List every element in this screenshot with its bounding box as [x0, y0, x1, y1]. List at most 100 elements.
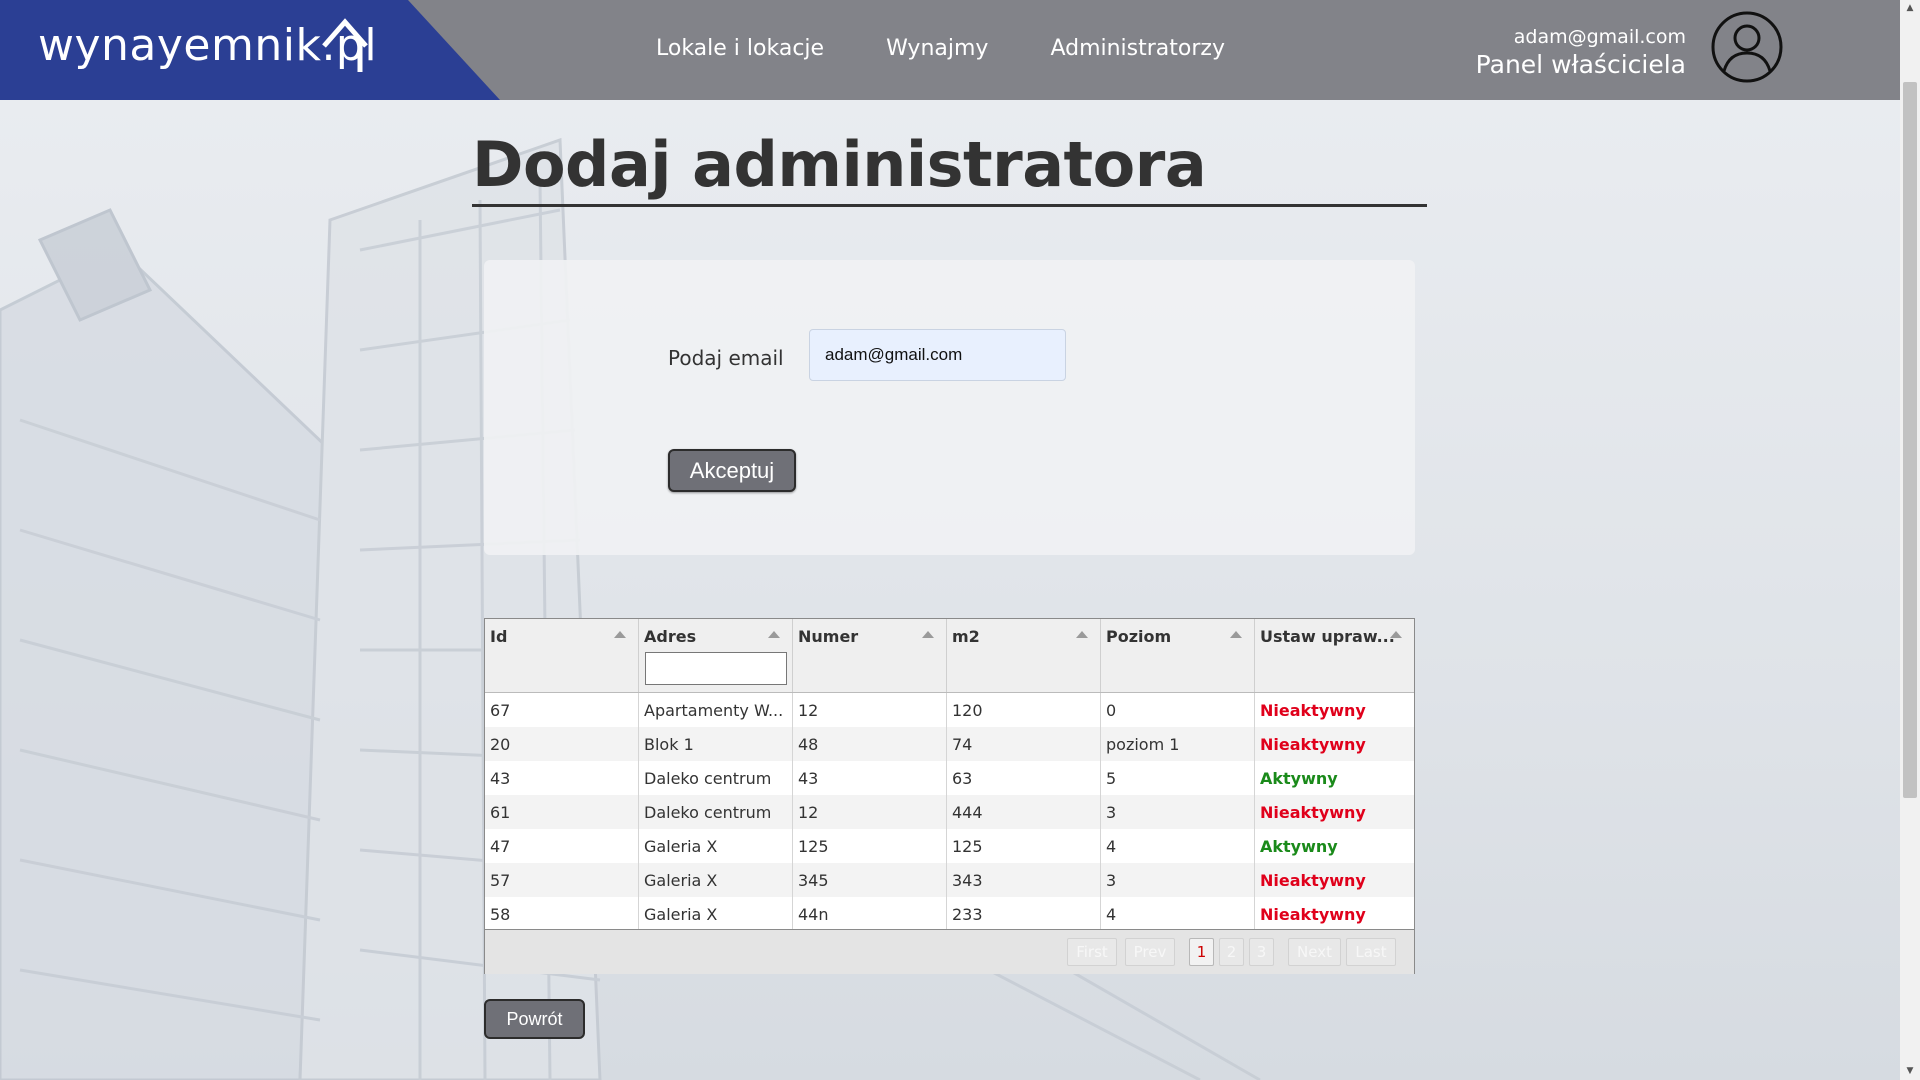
nav-administratorzy[interactable]: Administratorzy	[1050, 36, 1225, 61]
cell-id: 20	[485, 727, 639, 761]
cell-poziom: 4	[1101, 897, 1255, 931]
cell-m2: 343	[947, 863, 1101, 897]
table-row[interactable]: 47 Galeria X 125 125 4 Aktywny	[485, 829, 1414, 863]
column-label: Adres	[644, 627, 697, 646]
user-circle-icon[interactable]	[1710, 10, 1784, 84]
column-label: Numer	[798, 627, 859, 646]
sort-ascending-icon[interactable]	[768, 631, 780, 638]
page-scrollbar[interactable]: ▲ ▼	[1900, 0, 1920, 1080]
back-button[interactable]: Powrót	[484, 999, 585, 1039]
cell-m2: 63	[947, 761, 1101, 795]
email-input[interactable]	[809, 329, 1066, 381]
cell-status-toggle[interactable]: Nieaktywny	[1255, 897, 1414, 931]
column-label: Id	[490, 627, 508, 646]
main-nav: Lokale i lokacje Wynajmy Administratorzy	[656, 36, 1225, 61]
sort-ascending-icon[interactable]	[1230, 631, 1242, 638]
cell-numer: 48	[793, 727, 947, 761]
cell-numer: 12	[793, 693, 947, 727]
title-divider	[472, 204, 1427, 207]
column-label: Ustaw upraw...	[1260, 627, 1395, 646]
house-icon	[322, 18, 368, 72]
sort-ascending-icon[interactable]	[1390, 631, 1402, 638]
column-header-ustaw-uprawnienia[interactable]: Ustaw upraw...	[1255, 619, 1414, 692]
scroll-thumb[interactable]	[1903, 82, 1917, 798]
cell-status-toggle[interactable]: Aktywny	[1255, 829, 1414, 863]
cell-adres: Daleko centrum	[639, 795, 793, 829]
cell-id: 43	[485, 761, 639, 795]
sort-ascending-icon[interactable]	[614, 631, 626, 638]
cell-id: 58	[485, 897, 639, 931]
cell-status-toggle[interactable]: Nieaktywny	[1255, 693, 1414, 727]
table-row[interactable]: 61 Daleko centrum 12 444 3 Nieaktywny	[485, 795, 1414, 829]
cell-numer: 12	[793, 795, 947, 829]
cell-id: 57	[485, 863, 639, 897]
cell-adres: Galeria X	[639, 897, 793, 931]
cell-numer: 44n	[793, 897, 947, 931]
cell-numer: 125	[793, 829, 947, 863]
column-header-numer[interactable]: Numer	[793, 619, 947, 692]
user-role[interactable]: Panel właściciela	[1476, 50, 1686, 79]
pager-prev-button[interactable]: Prev	[1125, 938, 1175, 966]
scroll-down-arrow-icon[interactable]: ▼	[1900, 1063, 1920, 1080]
pager-first-button[interactable]: First	[1067, 938, 1117, 966]
column-header-id[interactable]: Id	[485, 619, 639, 692]
sort-ascending-icon[interactable]	[1076, 631, 1088, 638]
cell-poziom: 3	[1101, 863, 1255, 897]
cell-status-toggle[interactable]: Nieaktywny	[1255, 863, 1414, 897]
cell-m2: 444	[947, 795, 1101, 829]
cell-poziom: 3	[1101, 795, 1255, 829]
column-header-poziom[interactable]: Poziom	[1101, 619, 1255, 692]
add-admin-form-panel	[484, 260, 1415, 555]
cell-adres: Galeria X	[639, 863, 793, 897]
page-title: Dodaj administratora	[472, 128, 1207, 201]
cell-m2: 74	[947, 727, 1101, 761]
cell-poziom: 0	[1101, 693, 1255, 727]
pager-page-1[interactable]: 1	[1189, 938, 1214, 966]
properties-grid: Id Adres Numer m2 Poziom Ustaw upraw... …	[484, 618, 1415, 974]
cell-numer: 345	[793, 863, 947, 897]
cell-m2: 125	[947, 829, 1101, 863]
cell-adres: Apartamenty W...	[639, 693, 793, 727]
cell-poziom: poziom 1	[1101, 727, 1255, 761]
grid-pager: First Prev 1 2 3 Next Last	[485, 929, 1414, 974]
cell-id: 67	[485, 693, 639, 727]
accept-button[interactable]: Akceptuj	[668, 449, 796, 492]
cell-adres: Blok 1	[639, 727, 793, 761]
sort-ascending-icon[interactable]	[922, 631, 934, 638]
grid-header: Id Adres Numer m2 Poziom Ustaw upraw...	[485, 619, 1414, 693]
user-email: adam@gmail.com	[1513, 26, 1686, 48]
table-row[interactable]: 67 Apartamenty W... 12 120 0 Nieaktywny	[485, 693, 1414, 727]
table-row[interactable]: 57 Galeria X 345 343 3 Nieaktywny	[485, 863, 1414, 897]
cell-poziom: 5	[1101, 761, 1255, 795]
email-label: Podaj email	[668, 346, 784, 370]
cell-status-toggle[interactable]: Nieaktywny	[1255, 727, 1414, 761]
pager-page-2[interactable]: 2	[1219, 938, 1244, 966]
pager-next-button[interactable]: Next	[1288, 938, 1341, 966]
adres-filter-input[interactable]	[645, 652, 787, 685]
cell-status-toggle[interactable]: Aktywny	[1255, 761, 1414, 795]
table-row[interactable]: 58 Galeria X 44n 233 4 Nieaktywny	[485, 897, 1414, 931]
cell-poziom: 4	[1101, 829, 1255, 863]
pager-last-button[interactable]: Last	[1346, 938, 1396, 966]
cell-id: 47	[485, 829, 639, 863]
nav-lokale-i-lokacje[interactable]: Lokale i lokacje	[656, 36, 824, 61]
cell-numer: 43	[793, 761, 947, 795]
cell-adres: Daleko centrum	[639, 761, 793, 795]
nav-wynajmy[interactable]: Wynajmy	[886, 36, 988, 61]
user-info: adam@gmail.com Panel właściciela	[1476, 26, 1686, 79]
cell-adres: Galeria X	[639, 829, 793, 863]
table-row[interactable]: 43 Daleko centrum 43 63 5 Aktywny	[485, 761, 1414, 795]
cell-status-toggle[interactable]: Nieaktywny	[1255, 795, 1414, 829]
column-header-adres[interactable]: Adres	[639, 619, 793, 692]
scroll-up-arrow-icon[interactable]: ▲	[1900, 0, 1920, 17]
column-label: Poziom	[1106, 627, 1172, 646]
top-navigation-bar: wynayemnik.pl Lokale i lokacje Wynajmy A…	[0, 0, 1900, 100]
pager-page-3[interactable]: 3	[1249, 938, 1274, 966]
cell-id: 61	[485, 795, 639, 829]
column-label: m2	[952, 627, 980, 646]
column-header-m2[interactable]: m2	[947, 619, 1101, 692]
cell-m2: 233	[947, 897, 1101, 931]
cell-m2: 120	[947, 693, 1101, 727]
logo-block[interactable]: wynayemnik.pl	[0, 0, 500, 100]
table-row[interactable]: 20 Blok 1 48 74 poziom 1 Nieaktywny	[485, 727, 1414, 761]
